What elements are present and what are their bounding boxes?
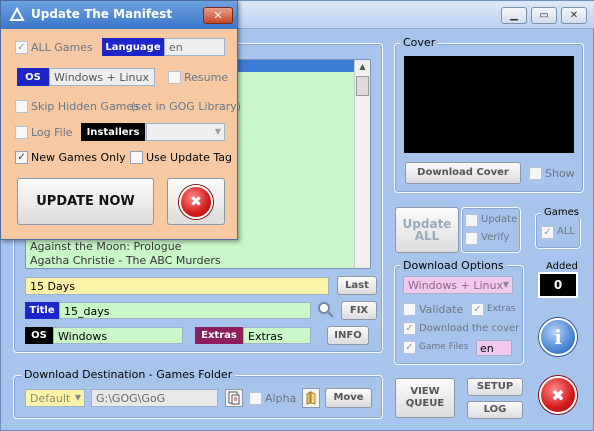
update-check-label: Update — [481, 214, 518, 225]
maximize-icon: ▭ — [539, 10, 549, 21]
close-icon: ✕ — [213, 9, 223, 22]
games-filter-label: Games — [541, 207, 582, 218]
maximize-button[interactable]: ▭ — [531, 7, 557, 24]
title-field[interactable]: 15_days — [59, 302, 311, 319]
os-select[interactable]: Windows + Linux ▼ — [403, 276, 513, 294]
alpha-checkbox[interactable] — [249, 392, 262, 405]
game-files-checkbox[interactable]: ✓ — [403, 341, 416, 354]
added-label: Added — [543, 261, 581, 272]
update-checkbox[interactable] — [465, 214, 478, 227]
destination-path[interactable]: G:\GOG\GoG — [91, 389, 218, 407]
close-icon: ✕ — [569, 10, 579, 21]
scroll-up-icon[interactable]: ▲ — [357, 62, 368, 72]
cancel-button[interactable]: ✖ — [167, 178, 225, 225]
browse-folder-icon[interactable] — [225, 389, 243, 407]
use-update-tag-checkbox[interactable] — [130, 151, 143, 164]
chevron-down-icon: ▼ — [214, 127, 221, 136]
minimize-icon: ▁ — [510, 10, 518, 21]
verify-checkbox[interactable] — [465, 232, 478, 245]
app-icon — [9, 6, 25, 23]
cover-label: Cover — [400, 36, 439, 49]
games-all-label: ALL — [557, 226, 575, 237]
chevron-down-icon: ▼ — [74, 393, 81, 402]
installers-select[interactable]: ▼ — [146, 123, 225, 141]
download-destination-label: Download Destination - Games Folder — [21, 368, 236, 381]
minimize-button[interactable]: ▁ — [501, 7, 527, 24]
log-button[interactable]: LOG — [467, 401, 523, 419]
setup-button[interactable]: SETUP — [467, 378, 523, 396]
list-scrollbar[interactable]: ▲ — [354, 60, 370, 268]
all-games-checkbox[interactable]: ✓ — [15, 41, 28, 54]
added-count: 0 — [538, 272, 578, 298]
skip-hidden-note: (set in GOG Library) — [131, 100, 242, 113]
show-label: Show — [545, 167, 575, 180]
close-button[interactable]: ✕ — [561, 7, 587, 24]
dialog-title: Update The Manifest — [31, 7, 173, 21]
validate-checkbox[interactable] — [403, 303, 416, 316]
list-item[interactable]: Against the Moon: Prologue — [30, 240, 181, 253]
os-tag: OS — [17, 68, 49, 86]
os-select-value: Windows + Linux — [408, 279, 503, 292]
list-item[interactable]: Agatha Christie - The ABC Murders — [30, 254, 221, 267]
games-all-checkbox[interactable]: ✓ — [541, 226, 554, 239]
os-field[interactable]: Windows + Linux — [49, 68, 155, 86]
validate-label: Validate — [419, 303, 464, 316]
use-update-tag-label: Use Update Tag — [146, 151, 233, 164]
dialog-titlebar: Update The Manifest ✕ — [1, 1, 237, 29]
download-options-label: Download Options — [400, 259, 507, 272]
logfile-label: Log File — [31, 126, 73, 139]
new-games-only-checkbox[interactable]: ✓ — [15, 151, 28, 164]
extras-tag: Extras — [195, 327, 243, 344]
info-button[interactable]: INFO — [327, 326, 369, 345]
update-all-button[interactable]: Update ALL — [395, 207, 459, 253]
exit-icon[interactable]: ✖ — [539, 376, 577, 414]
verify-check-label: Verify — [481, 232, 510, 243]
cover-image — [404, 56, 574, 153]
resume-checkbox[interactable] — [168, 71, 181, 84]
title-tag: Title — [25, 302, 59, 319]
dialog-close-button[interactable]: ✕ — [203, 7, 233, 24]
chevron-down-icon: ▼ — [502, 280, 509, 289]
fix-button[interactable]: FIX — [341, 301, 377, 320]
info-icon[interactable]: i — [539, 318, 577, 356]
game-files-lang[interactable]: en — [476, 340, 512, 356]
scroll-thumb[interactable] — [356, 76, 369, 96]
preset-value: Default — [30, 392, 71, 405]
new-games-only-label: New Games Only — [31, 151, 126, 164]
search-input[interactable]: 15 Days — [25, 277, 329, 295]
logfile-checkbox[interactable] — [15, 126, 28, 139]
view-queue-button[interactable]: VIEW QUEUE — [395, 378, 455, 418]
folder-icon[interactable] — [302, 388, 320, 408]
download-cover-label: Download the cover — [419, 323, 520, 334]
installers-tag: Installers — [81, 123, 145, 141]
download-cover-button[interactable]: Download Cover — [405, 162, 521, 184]
preset-select[interactable]: Default ▼ — [25, 389, 85, 407]
last-button[interactable]: Last — [337, 276, 377, 295]
game-files-label: Game Files — [419, 342, 469, 352]
alpha-label: Alpha — [265, 392, 297, 405]
download-cover-checkbox[interactable]: ✓ — [403, 322, 416, 335]
skip-hidden-label: Skip Hidden Games — [31, 100, 139, 113]
os-tag: OS — [25, 327, 53, 344]
language-tag: Language — [102, 38, 164, 56]
os-field[interactable]: Windows — [53, 327, 183, 344]
extras-field[interactable]: Extras — [243, 327, 311, 344]
move-button[interactable]: Move — [325, 388, 372, 408]
resume-label: Resume — [184, 71, 229, 84]
update-manifest-dialog: Update The Manifest ✕ ✓ ALL Games Langua… — [0, 0, 242, 240]
language-field[interactable]: en — [164, 38, 225, 56]
all-games-label: ALL Games — [31, 41, 93, 54]
search-icon[interactable] — [316, 300, 336, 320]
extras-label: Extras — [487, 304, 516, 314]
extras-checkbox[interactable]: ✓ — [471, 303, 484, 316]
skip-hidden-checkbox[interactable] — [15, 100, 28, 113]
update-now-button[interactable]: UPDATE NOW — [17, 178, 154, 225]
cancel-icon: ✖ — [179, 184, 213, 219]
show-checkbox[interactable] — [529, 167, 542, 180]
